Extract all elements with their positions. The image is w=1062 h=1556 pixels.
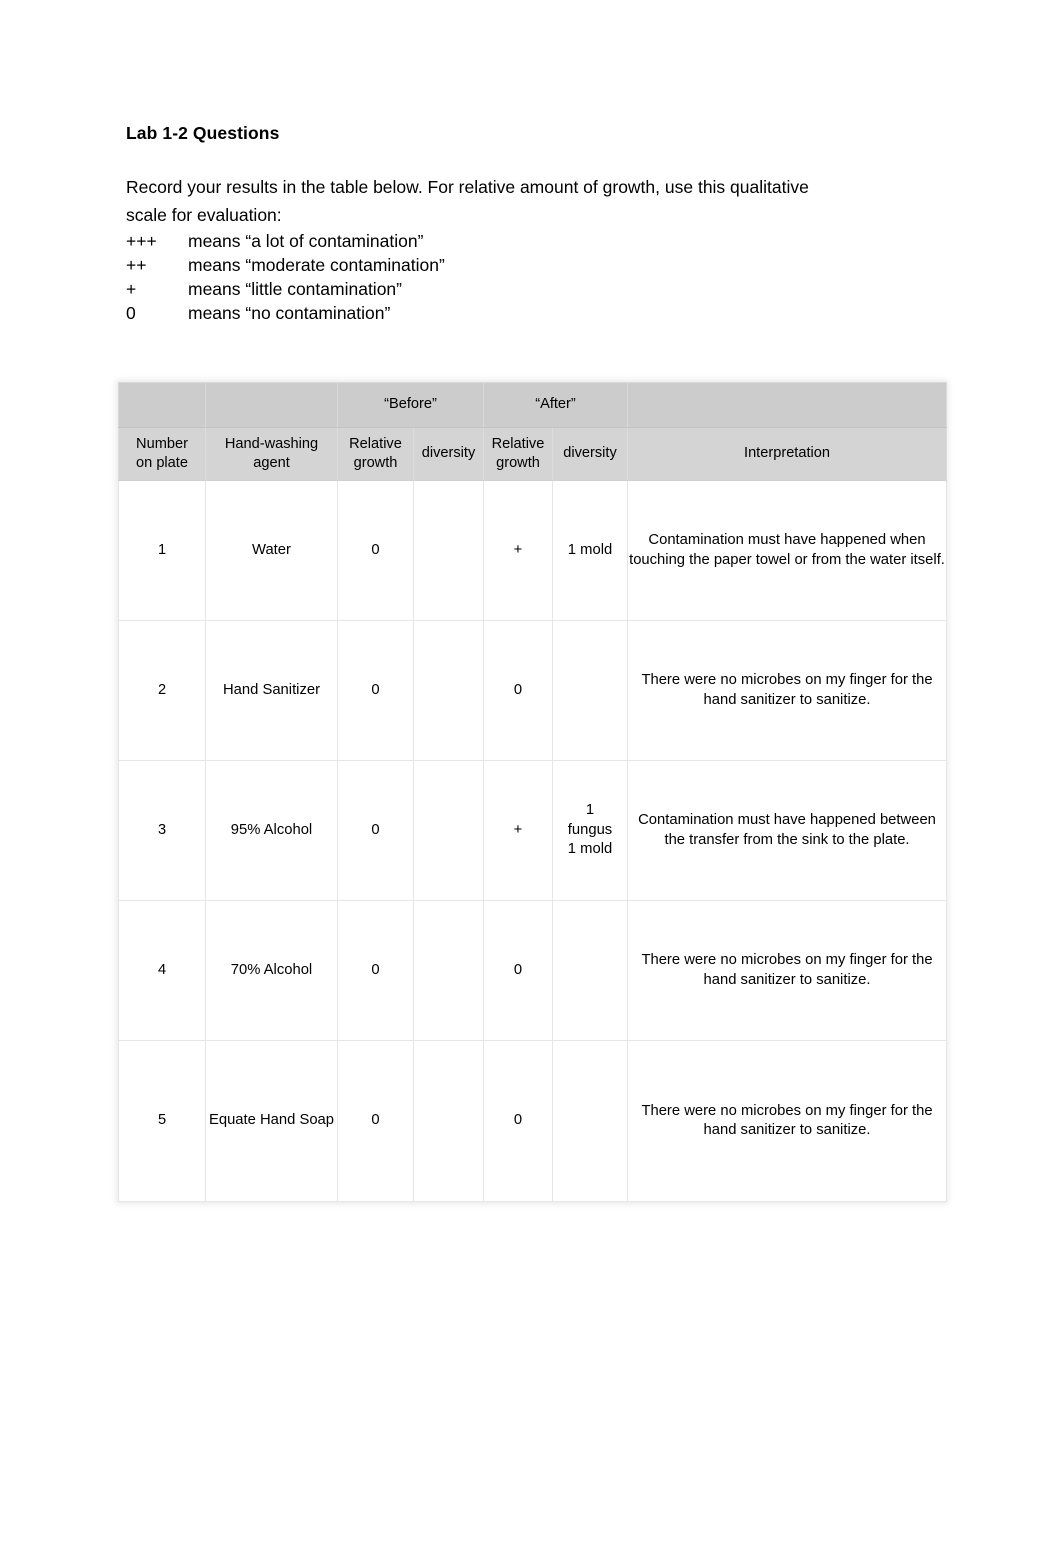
document-page: Lab 1-2 Questions Record your results in… (0, 0, 1062, 1556)
cell-before-diversity (413, 620, 484, 761)
group-header-blank-agent (205, 382, 338, 428)
document-body: Lab 1-2 Questions Record your results in… (126, 122, 956, 325)
scale-meaning: means “moderate contamination” (188, 255, 445, 275)
cell-before-diversity (413, 1040, 484, 1202)
cell-after-growth: + (483, 760, 553, 901)
table-row: 5 Equate Hand Soap 0 0 There were no mic… (118, 1040, 948, 1202)
table-row: 2 Hand Sanitizer 0 0 There were no micro… (118, 620, 948, 761)
cell-before-diversity (413, 480, 484, 621)
column-header-before-growth: Relative growth (337, 427, 414, 481)
column-header-agent: Hand-washing agent (205, 427, 338, 481)
column-header-agent-line2: agent (253, 455, 290, 471)
scale-item: + means “little contamination” (126, 277, 956, 301)
table-head: “Before” “After” Number on plate Hand-wa… (118, 382, 948, 481)
table-group-header-row: “Before” “After” (118, 382, 948, 428)
cell-plate-number: 5 (118, 1040, 206, 1202)
cell-before-diversity (413, 760, 484, 901)
group-header-blank-plate (118, 382, 206, 428)
table-row: 1 Water 0 + 1 mold Contamination must ha… (118, 480, 948, 621)
cell-before-growth: 0 (337, 480, 414, 621)
scale-symbol: +++ (126, 231, 157, 251)
cell-interpretation: Contamination must have happened when to… (627, 480, 948, 621)
table-row: 3 95% Alcohol 0 + 1 fungus 1 mold Contamin… (118, 760, 948, 901)
cell-before-growth: 0 (337, 1040, 414, 1202)
cell-interpretation: There were no microbes on my finger for … (627, 1040, 948, 1202)
column-header-after-growth-line2: growth (496, 455, 540, 471)
cell-interpretation: There were no microbes on my finger for … (627, 900, 948, 1041)
scale-item: 0 means “no contamination” (126, 301, 956, 325)
column-header-agent-line1: Hand-washing (224, 435, 319, 452)
column-header-interpretation: Interpretation (627, 427, 948, 481)
column-header-plate: Number on plate (118, 427, 206, 481)
cell-agent: Equate Hand Soap (205, 1040, 338, 1202)
group-header-blank-interpretation (627, 382, 948, 428)
cell-after-growth: 0 (483, 1040, 553, 1202)
cell-agent: Water (205, 480, 338, 621)
column-header-after-growth-line1: Relative (491, 435, 545, 452)
intro-paragraph: Record your results in the table below. … (126, 177, 809, 225)
column-header-plate-line1: Number (136, 435, 188, 452)
scale-meaning: means “no contamination” (188, 303, 391, 323)
scale-meaning: means “little contamination” (188, 279, 402, 299)
page-title: Lab 1-2 Questions (126, 123, 280, 143)
cell-before-growth: 0 (337, 620, 414, 761)
qualitative-scale-list: +++ means “a lot of contamination” ++ me… (126, 229, 956, 325)
column-header-before-diversity: diversity (413, 427, 484, 481)
cell-before-diversity (413, 900, 484, 1041)
cell-after-growth: + (483, 480, 553, 621)
scale-symbol: + (126, 279, 137, 299)
cell-after-diversity (551, 1040, 629, 1202)
table-body: 1 Water 0 + 1 mold Contamination must ha… (118, 480, 948, 1202)
group-header-before: “Before” (337, 382, 484, 428)
cell-agent: Hand Sanitizer (205, 620, 338, 761)
column-header-before-growth-line2: growth (353, 455, 398, 471)
cell-agent: 70% Alcohol (205, 900, 338, 1041)
results-table: “Before” “After” Number on plate Hand-wa… (118, 382, 948, 1202)
column-header-plate-line2: on plate (136, 455, 188, 471)
scale-symbol: ++ (126, 255, 147, 275)
cell-interpretation: Contamination must have happened between… (627, 760, 948, 901)
column-header-after-diversity: diversity (551, 427, 629, 481)
table-row: 4 70% Alcohol 0 0 There were no microbes… (118, 900, 948, 1041)
scale-symbol: 0 (126, 303, 136, 323)
cell-after-growth: 0 (483, 620, 553, 761)
table-column-header-row: Number on plate Hand-washing agent Relat… (118, 427, 948, 481)
group-header-after: “After” (482, 382, 629, 428)
cell-plate-number: 3 (118, 760, 206, 901)
cell-agent: 95% Alcohol (205, 760, 338, 901)
cell-plate-number: 2 (118, 620, 206, 761)
cell-plate-number: 1 (118, 480, 206, 621)
cell-plate-number: 4 (118, 900, 206, 1041)
cell-after-diversity: 1 mold (551, 480, 629, 621)
cell-after-diversity: 1 fungus 1 mold (551, 760, 629, 901)
cell-after-diversity (551, 620, 629, 761)
column-header-before-growth-line1: Relative (349, 435, 402, 452)
cell-after-diversity (551, 900, 629, 1041)
scale-meaning: means “a lot of contamination” (188, 231, 424, 251)
cell-before-growth: 0 (337, 900, 414, 1041)
title-spacer (126, 144, 956, 174)
cell-after-growth: 0 (483, 900, 553, 1041)
results-table-container: “Before” “After” Number on plate Hand-wa… (118, 382, 948, 1202)
scale-item: ++ means “moderate contamination” (126, 253, 956, 277)
cell-interpretation: There were no microbes on my finger for … (627, 620, 948, 761)
cell-before-growth: 0 (337, 760, 414, 901)
column-header-after-growth: Relative growth (483, 427, 553, 481)
scale-item: +++ means “a lot of contamination” (126, 229, 956, 253)
